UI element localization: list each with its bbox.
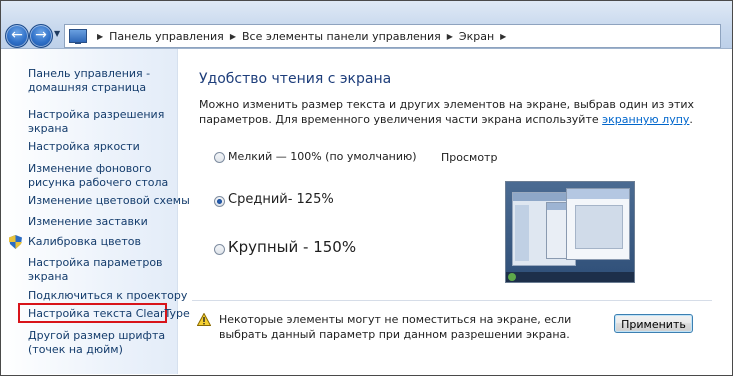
warning-icon <box>197 313 211 326</box>
page-title: Удобство чтения с экрана <box>199 71 392 87</box>
sidebar-item-label: Настройка яркости <box>28 140 140 153</box>
sidebar-item-label: Другой размер шрифта <box>28 329 166 342</box>
radio-small-100[interactable] <box>214 152 225 163</box>
option-large-label[interactable]: Крупный - 150% <box>228 238 356 256</box>
sidebar-item-projector[interactable]: Подключиться к проектору <box>28 289 187 303</box>
sidebar-item-brightness[interactable]: Настройка яркости <box>28 140 140 154</box>
apply-button[interactable]: Применить <box>614 314 693 333</box>
preview-label: Просмотр <box>441 151 498 164</box>
address-bar: ← → ▼ ▶ Панель управления ▶ Все элементы… <box>1 1 732 49</box>
preview-taskbar <box>506 272 634 282</box>
sidebar-item-label: экрана <box>28 122 69 135</box>
magnifier-link[interactable]: экранную лупу <box>602 113 689 126</box>
recent-pages-dropdown-icon[interactable]: ▼ <box>54 29 60 38</box>
sidebar-item-desktop-background[interactable]: Изменение фонового рисунка рабочего стол… <box>28 162 168 190</box>
sidebar-item-label: рисунка рабочего стола <box>28 176 169 189</box>
breadcrumb-separator-icon[interactable]: ▶ <box>97 32 103 41</box>
preview-window <box>566 188 630 260</box>
warning-text: Некоторые элементы могут не поместиться … <box>219 313 572 341</box>
sidebar-item-color-calibration[interactable]: Калибровка цветов <box>28 235 141 249</box>
sidebar-item-label: Изменение фонового <box>28 162 152 175</box>
sidebar-item-label: экрана <box>28 270 69 283</box>
breadcrumb-item[interactable]: Экран <box>459 30 494 43</box>
description-text: Можно изменить размер текста и других эл… <box>199 97 699 127</box>
radio-large-150[interactable] <box>214 244 225 255</box>
sidebar-item-resolution[interactable]: Настройка разрешения экрана <box>28 108 164 136</box>
breadcrumb-item[interactable]: Панель управления <box>109 30 224 43</box>
control-panel-icon <box>69 29 87 44</box>
sidebar-item-label: Настройка текста ClearType <box>28 307 190 320</box>
sidebar-item-display-settings[interactable]: Настройка параметров экрана <box>28 256 163 284</box>
preview-image <box>505 181 635 283</box>
breadcrumb-item[interactable]: Все элементы панели управления <box>242 30 441 43</box>
sidebar-item-label: Панель управления - <box>28 67 151 80</box>
breadcrumb-separator-icon[interactable]: ▶ <box>500 32 506 41</box>
breadcrumb-separator-icon[interactable]: ▶ <box>447 32 453 41</box>
back-arrow-icon[interactable]: ← <box>5 24 29 48</box>
sidebar-item-custom-dpi[interactable]: Другой размер шрифта (точек на дюйм) <box>28 329 165 357</box>
breadcrumb[interactable]: ▶ Панель управления ▶ Все элементы панел… <box>64 24 721 48</box>
sidebar-item-screensaver[interactable]: Изменение заставки <box>28 215 148 229</box>
sidebar-item-label: Изменение цветовой схемы <box>28 194 190 207</box>
sidebar: Панель управления - домашняя страница На… <box>1 49 190 374</box>
forward-arrow-icon[interactable]: → <box>29 24 53 48</box>
option-small-label[interactable]: Мелкий — 100% (по умолчанию) <box>228 150 417 163</box>
sidebar-item-label: домашняя страница <box>28 81 147 94</box>
divider <box>192 300 712 301</box>
sidebar-item-control-panel-home[interactable]: Панель управления - домашняя страница <box>28 67 150 95</box>
sidebar-item-label: (точек на дюйм) <box>28 343 123 356</box>
sidebar-item-label: Настройка параметров <box>28 256 163 269</box>
radio-medium-125[interactable] <box>214 196 225 207</box>
sidebar-item-label: Калибровка цветов <box>28 235 141 248</box>
description-part: . <box>689 113 693 126</box>
breadcrumb-separator-icon[interactable]: ▶ <box>230 32 236 41</box>
sidebar-item-label: Изменение заставки <box>28 215 148 228</box>
sidebar-item-color-scheme[interactable]: Изменение цветовой схемы <box>28 194 190 208</box>
sidebar-item-label: Настройка разрешения <box>28 108 165 121</box>
shield-icon <box>9 235 22 249</box>
sidebar-item-cleartype[interactable]: Настройка текста ClearType <box>28 307 190 321</box>
sidebar-item-label: Подключиться к проектору <box>28 289 188 302</box>
option-medium-label[interactable]: Средний- 125% <box>228 192 334 207</box>
